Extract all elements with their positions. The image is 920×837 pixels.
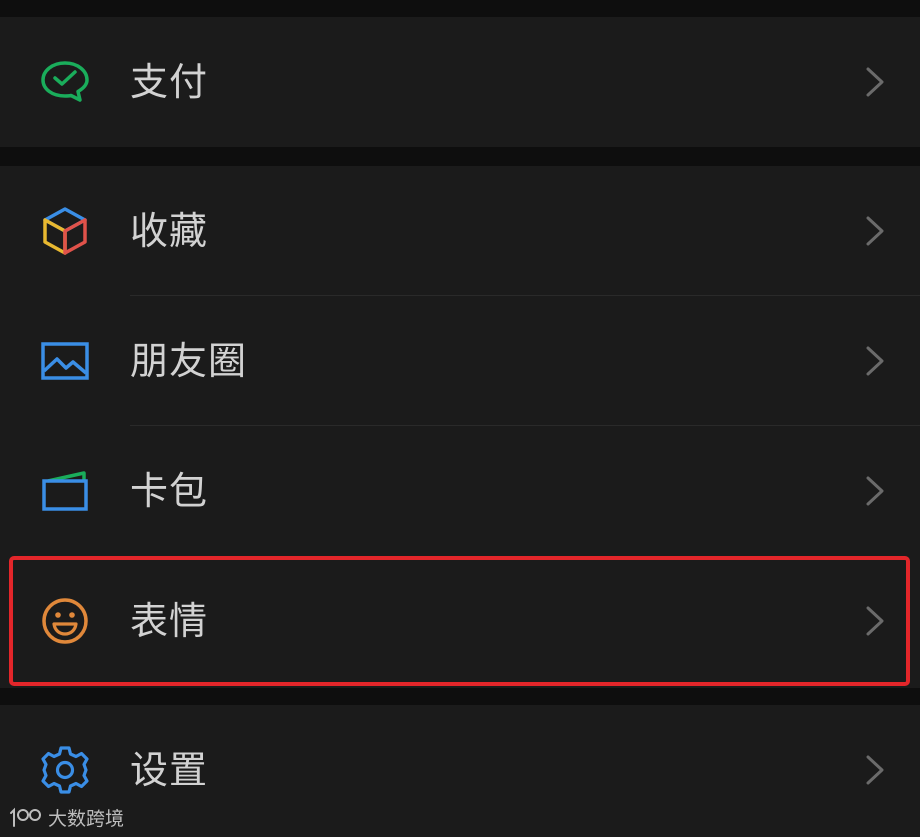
- menu-item-pay-label: 支付: [130, 60, 209, 104]
- wechat-pay-icon: [38, 58, 92, 106]
- chevron-right-icon: [866, 216, 884, 246]
- highlight-box: [9, 556, 910, 686]
- image-icon: [38, 337, 92, 385]
- menu-item-favorites[interactable]: 收藏: [0, 166, 920, 296]
- menu-item-cards-label: 卡包: [130, 469, 209, 513]
- menu-item-pay[interactable]: 支付: [0, 17, 920, 147]
- cube-icon: [38, 207, 92, 255]
- menu-item-moments[interactable]: 朋友圈: [0, 296, 920, 426]
- menu-item-settings[interactable]: 设置: [0, 705, 920, 835]
- menu-item-cards[interactable]: 卡包: [0, 426, 920, 556]
- watermark-text: 大数跨境: [48, 807, 125, 830]
- chevron-right-icon: [866, 67, 884, 97]
- chevron-right-icon: [866, 476, 884, 506]
- 100-logo: [10, 807, 41, 827]
- watermark: 大数跨境: [8, 803, 124, 831]
- chevron-right-icon: [866, 346, 884, 376]
- pay-section: 支付: [0, 17, 920, 147]
- chevron-right-icon: [866, 755, 884, 785]
- menu-item-favorites-label: 收藏: [130, 209, 209, 253]
- gear-icon: [38, 746, 92, 794]
- menu-item-settings-label: 设置: [130, 748, 209, 792]
- me-page-menu: 支付 收藏 朋友圈 卡包 表情 设置 大数跨境: [0, 0, 920, 837]
- wallet-icon: [38, 467, 92, 515]
- menu-item-moments-label: 朋友圈: [130, 339, 248, 383]
- settings-section: 设置: [0, 705, 920, 837]
